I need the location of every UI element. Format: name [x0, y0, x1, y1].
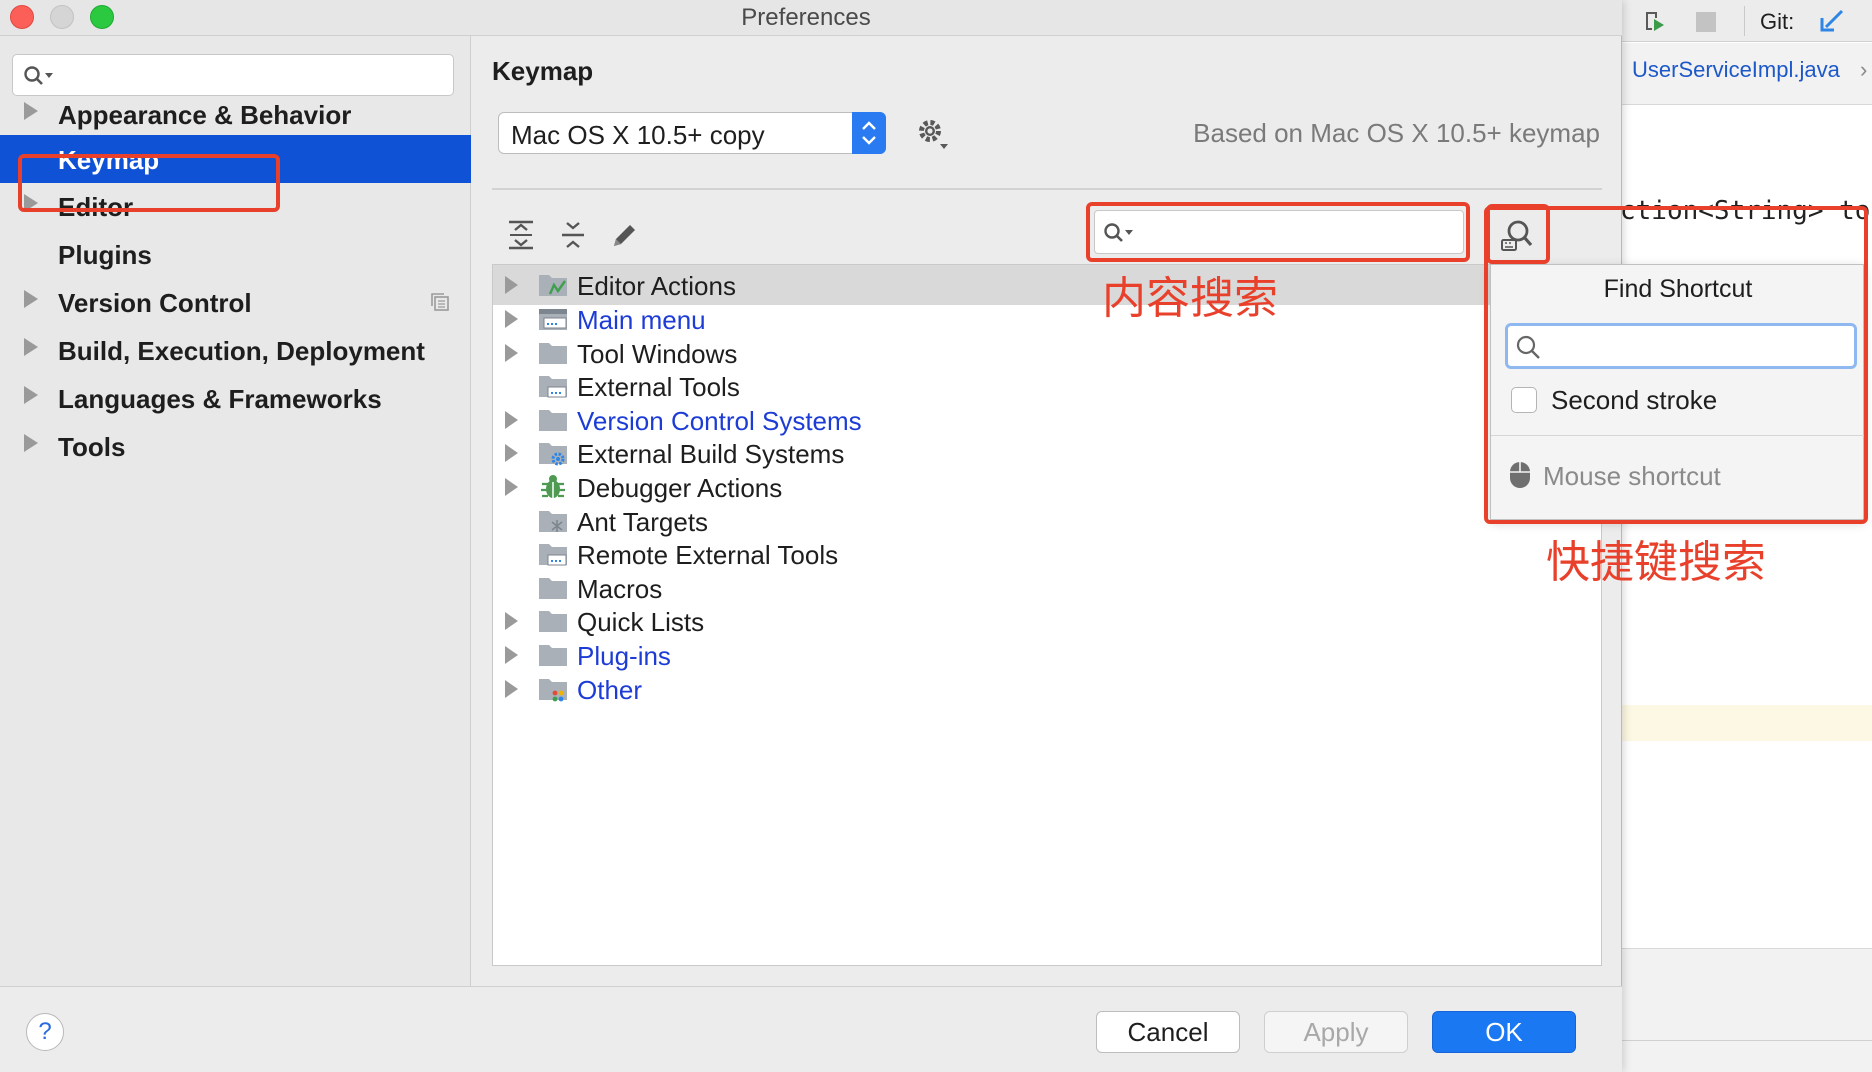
expand-all-icon[interactable] [504, 218, 538, 252]
preferences-dialog: Preferences Appearance & Behavior Keymap… [0, 0, 1622, 1072]
tree-row-label: External Tools [577, 372, 740, 402]
other-icon [539, 679, 567, 702]
keymap-actions-tree: Editor Actions Main menu Tool Windows Ex [492, 264, 1602, 966]
ide-divider [1620, 1040, 1872, 1041]
sidebar-item-tools[interactable]: Tools [0, 422, 471, 470]
annotation-box-shortcut-search [1484, 206, 1868, 524]
debug-run-icon[interactable] [1642, 9, 1666, 33]
sidebar-item-plugins[interactable]: Plugins [0, 230, 471, 278]
external-tools-icon [539, 544, 567, 566]
expand-arrow-icon[interactable] [505, 646, 518, 664]
sidebar-item-label: Tools [58, 432, 126, 462]
tree-row-label: Quick Lists [577, 607, 705, 637]
page-title: Keymap [492, 56, 594, 86]
sidebar-item-version-control[interactable]: Version Control [0, 278, 471, 326]
toolbar-separator [1744, 6, 1745, 36]
expand-arrow-icon[interactable] [24, 102, 38, 120]
sidebar-item-build-execution-deployment[interactable]: Build, Execution, Deployment [0, 326, 471, 374]
help-button[interactable]: ? [26, 1013, 64, 1051]
expand-arrow-icon[interactable] [24, 338, 38, 356]
folder-icon [539, 611, 567, 632]
tree-row-label: External Build Systems [577, 439, 845, 469]
search-icon [24, 66, 53, 85]
sidebar-item-label: Plugins [58, 240, 152, 270]
window-title: Preferences [741, 4, 871, 31]
project-level-icon [431, 293, 449, 311]
tree-row-other[interactable]: Other [493, 669, 1601, 709]
keymap-select[interactable]: Mac OS X 10.5+ copy [498, 112, 886, 154]
tree-row-label: Plug-ins [577, 641, 671, 671]
ide-caret-line [1620, 705, 1872, 741]
build-systems-icon [539, 443, 567, 466]
annotation-box-content-search [1086, 202, 1470, 262]
tree-row-label: Debugger Actions [577, 473, 783, 503]
expand-arrow-icon[interactable] [505, 478, 518, 496]
expand-arrow-icon[interactable] [505, 310, 518, 328]
collapse-all-icon[interactable] [556, 218, 590, 252]
ant-icon [539, 511, 567, 532]
folder-icon [539, 410, 567, 431]
expand-arrow-icon[interactable] [505, 411, 518, 429]
chevron-right-icon: › [1860, 57, 1868, 82]
expand-arrow-icon[interactable] [24, 290, 38, 308]
ide-bottom-panel [1620, 948, 1872, 1072]
tree-row-label: Other [577, 675, 643, 705]
expand-arrow-icon[interactable] [505, 344, 518, 362]
sidebar-item-label: Version Control [58, 288, 252, 318]
expand-arrow-icon[interactable] [24, 434, 38, 452]
sidebar-item-label: Appearance & Behavior [58, 100, 352, 130]
keymap-select-value: Mac OS X 10.5+ copy [511, 120, 765, 150]
ide-tabbar: UserServiceImpl.java › [1620, 43, 1872, 105]
dialog-footer: ? Cancel Apply OK [0, 986, 1622, 1072]
folder-icon [539, 343, 567, 364]
expand-arrow-icon[interactable] [505, 444, 518, 462]
editor-actions-icon [539, 275, 567, 296]
titlebar: Preferences [0, 0, 1622, 36]
folder-icon [539, 645, 567, 666]
main-menu-icon [539, 309, 567, 330]
expand-arrow-icon[interactable] [505, 680, 518, 698]
edit-pencil-icon[interactable] [608, 218, 642, 252]
tree-row-label: Remote External Tools [577, 540, 839, 570]
gear-icon[interactable] [915, 116, 951, 152]
git-update-icon[interactable] [1818, 8, 1846, 34]
chevron-up-down-icon [862, 121, 876, 145]
tree-row-label: Editor Actions [577, 271, 736, 301]
sidebar-item-label: Build, Execution, Deployment [58, 336, 425, 366]
cancel-button[interactable]: Cancel [1096, 1011, 1240, 1053]
expand-arrow-icon[interactable] [505, 612, 518, 630]
sidebar-item-languages-frameworks[interactable]: Languages & Frameworks [0, 374, 471, 422]
tree-row-label: Main menu [577, 305, 706, 335]
stop-icon[interactable] [1696, 12, 1716, 32]
apply-button[interactable]: Apply [1264, 1011, 1408, 1053]
select-stepper-icon[interactable] [852, 112, 886, 154]
sidebar-item-appearance-behavior[interactable]: Appearance & Behavior [0, 90, 471, 138]
divider [492, 188, 1602, 190]
expand-arrow-icon[interactable] [505, 276, 518, 294]
annotation-box-keymap [18, 154, 280, 212]
annotation-shortcut-search: 快捷键搜索 [1546, 537, 1766, 588]
ok-button[interactable]: OK [1432, 1011, 1576, 1053]
folder-icon [539, 578, 567, 599]
ide-file-tab[interactable]: UserServiceImpl.java [1632, 57, 1840, 83]
annotation-content-search: 内容搜索 [1102, 273, 1278, 324]
bug-icon [541, 475, 565, 498]
sidebar-item-label: Languages & Frameworks [58, 384, 382, 414]
ide-toolbar: Git: [1620, 0, 1872, 42]
expand-arrow-icon[interactable] [24, 386, 38, 404]
based-on-text: Based on Mac OS X 10.5+ keymap [1193, 118, 1600, 148]
external-tools-icon [539, 376, 567, 398]
git-label: Git: [1760, 9, 1795, 34]
